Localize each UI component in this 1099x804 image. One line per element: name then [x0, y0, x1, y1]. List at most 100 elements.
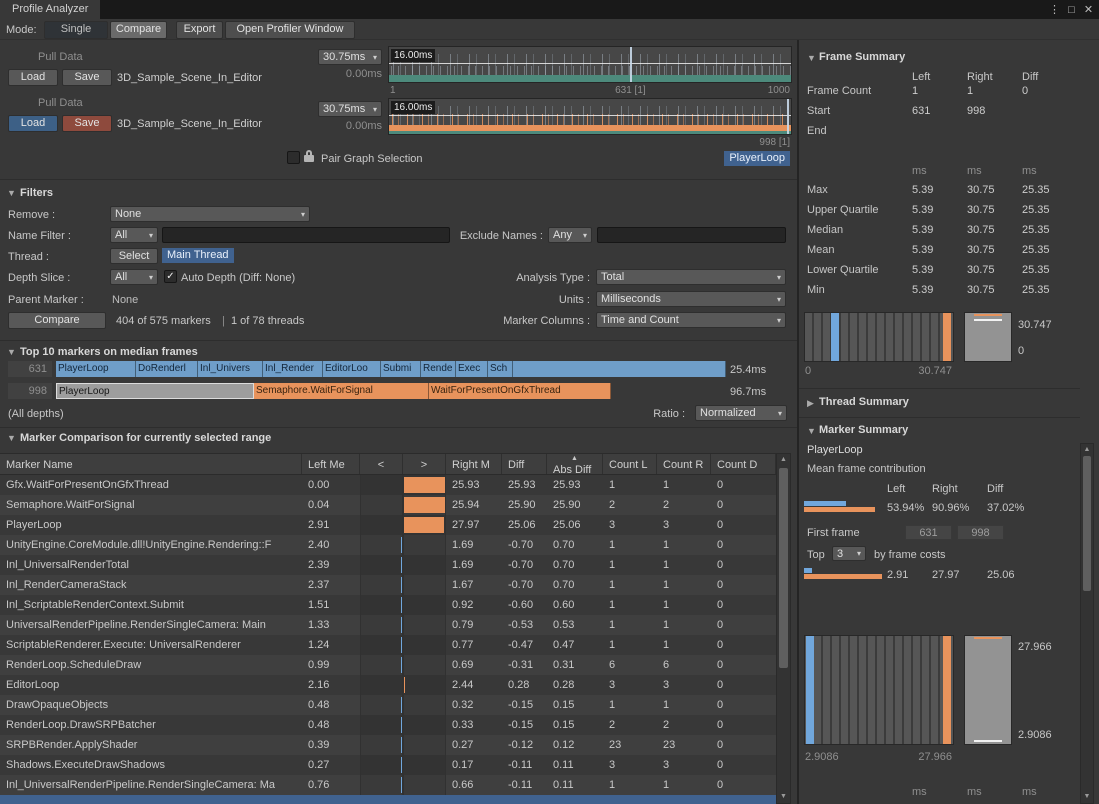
mode-compare-button[interactable]: Compare: [110, 21, 167, 39]
table-row[interactable]: Inl_RenderCameraStack2.371.67-0.700.7011…: [0, 575, 776, 595]
save-button-top[interactable]: Save: [62, 69, 112, 86]
table-row[interactable]: Semaphore.WaitForSignal0.0425.9425.9025.…: [0, 495, 776, 515]
table-row[interactable]: RenderLoop.ScheduleDraw0.990.69-0.310.31…: [0, 655, 776, 675]
column-header[interactable]: Count L: [603, 454, 657, 474]
top10-segment[interactable]: [513, 361, 726, 377]
top10-segment[interactable]: Rende: [421, 361, 456, 377]
scrollbar-thumb[interactable]: [1083, 456, 1091, 591]
value-cell: 3: [657, 755, 711, 775]
export-button[interactable]: Export: [176, 21, 223, 39]
top10-segment[interactable]: Exec: [456, 361, 488, 377]
top10-frame-label-right[interactable]: 998: [8, 383, 52, 399]
scroll-up-icon[interactable]: ▲: [1081, 445, 1093, 455]
top10-total-right: 96.7ms: [730, 385, 766, 399]
top10-segment[interactable]: WaitForPresentOnGfxThread: [429, 383, 611, 399]
analysis-type-dropdown[interactable]: Total ▾: [596, 269, 786, 285]
table-row[interactable]: Inl_ScriptableRenderContext.Submit1.510.…: [0, 595, 776, 615]
top10-segment[interactable]: PlayerLoop: [56, 383, 254, 399]
maximize-icon[interactable]: □: [1063, 4, 1080, 16]
value-cell: 3: [603, 755, 657, 775]
foldout-closed-icon[interactable]: ▶: [807, 398, 814, 409]
name-filter-input[interactable]: [162, 227, 450, 243]
exclude-mode-dropdown[interactable]: Any ▾: [548, 227, 592, 243]
marker-summary-marker-name: PlayerLoop: [807, 443, 863, 457]
table-row-partial-selected[interactable]: [0, 795, 776, 804]
top10-segment[interactable]: EditorLoo: [323, 361, 381, 377]
column-header[interactable]: Abs Diff▲: [547, 454, 603, 474]
column-header[interactable]: Count R: [657, 454, 711, 474]
load-button-top[interactable]: Load: [8, 69, 58, 86]
load-button-bottom[interactable]: Load: [8, 115, 58, 132]
first-frame-right-button[interactable]: 998: [957, 525, 1004, 540]
frame-time-graph-top[interactable]: 16.00ms: [388, 46, 792, 83]
marker-columns-dropdown[interactable]: Time and Count ▾: [596, 312, 786, 328]
column-header[interactable]: Diff: [502, 454, 547, 474]
table-row[interactable]: EditorLoop2.162.440.280.28330: [0, 675, 776, 695]
top10-segment[interactable]: Submi: [381, 361, 421, 377]
name-filter-mode-dropdown[interactable]: All ▾: [110, 227, 158, 243]
mode-single-button[interactable]: Single: [44, 21, 108, 39]
kebab-menu-icon[interactable]: ⋮: [1046, 3, 1063, 16]
frame-time-graph-bottom[interactable]: 16.00ms: [388, 98, 792, 135]
value-cell: 0.60: [547, 595, 603, 615]
depth-mode-dropdown[interactable]: All ▾: [110, 269, 158, 285]
table-row[interactable]: SRPBRender.ApplyShader0.390.27-0.120.122…: [0, 735, 776, 755]
top-n-dropdown[interactable]: 3 ▾: [832, 546, 866, 561]
table-row[interactable]: Gfx.WaitForPresentOnGfxThread0.0025.9325…: [0, 475, 776, 495]
window-tab[interactable]: Profile Analyzer: [0, 0, 100, 19]
close-icon[interactable]: ✕: [1080, 3, 1097, 16]
value-cell: 0.70: [547, 575, 603, 595]
table-row[interactable]: ScriptableRenderer.Execute: UniversalRen…: [0, 635, 776, 655]
column-header[interactable]: Count D: [711, 454, 776, 474]
exclude-names-input[interactable]: [597, 227, 786, 243]
histogram-bar-blue: [831, 313, 839, 361]
save-button-bottom[interactable]: Save: [62, 115, 112, 132]
first-frame-left-button[interactable]: 631: [905, 525, 952, 540]
top10-segment[interactable]: Semaphore.WaitForSignal: [254, 383, 429, 399]
foldout-open-icon[interactable]: ▼: [807, 53, 816, 63]
open-profiler-window-button[interactable]: Open Profiler Window: [225, 21, 355, 39]
column-header-right: Right: [932, 482, 958, 496]
scroll-up-icon[interactable]: ▲: [777, 455, 790, 465]
foldout-open-icon[interactable]: ▼: [807, 426, 816, 436]
top10-segment[interactable]: DoRenderl: [136, 361, 198, 377]
thread-select-button[interactable]: Select: [110, 248, 158, 264]
scroll-down-icon[interactable]: ▼: [1081, 792, 1093, 802]
column-header[interactable]: <: [360, 454, 403, 474]
comparison-scrollbar[interactable]: ▲ ▼: [776, 453, 791, 804]
units-dropdown[interactable]: Milliseconds ▾: [596, 291, 786, 307]
graph-scale-dropdown-top[interactable]: 30.75ms ▾: [318, 49, 382, 65]
scroll-down-icon[interactable]: ▼: [777, 792, 790, 802]
pair-graph-selection-checkbox[interactable]: [287, 151, 300, 164]
column-header[interactable]: Marker Name: [0, 454, 302, 474]
table-row[interactable]: Inl_UniversalRenderTotal2.391.69-0.700.7…: [0, 555, 776, 575]
contribution-bar-left: [804, 501, 846, 506]
foldout-open-icon[interactable]: ▼: [7, 188, 16, 198]
column-header[interactable]: Right M: [446, 454, 502, 474]
table-row[interactable]: UniversalRenderPipeline.RenderSingleCame…: [0, 615, 776, 635]
graph-scale-dropdown-bottom[interactable]: 30.75ms ▾: [318, 101, 382, 117]
foldout-open-icon[interactable]: ▼: [7, 433, 16, 443]
compare-button[interactable]: Compare: [8, 312, 106, 329]
top10-segment[interactable]: PlayerLoop: [56, 361, 136, 377]
remove-dropdown[interactable]: None ▾: [110, 206, 310, 222]
ratio-dropdown[interactable]: Normalized ▾: [695, 405, 787, 421]
table-row[interactable]: RenderLoop.DrawSRPBatcher0.480.33-0.150.…: [0, 715, 776, 735]
top10-segment[interactable]: Inl_Render: [263, 361, 323, 377]
table-row[interactable]: PlayerLoop2.9127.9725.0625.06330: [0, 515, 776, 535]
top10-frame-label-left[interactable]: 631: [8, 361, 52, 377]
summary-panel-scrollbar[interactable]: ▲ ▼: [1080, 443, 1094, 804]
table-row[interactable]: Shadows.ExecuteDrawShadows0.270.17-0.110…: [0, 755, 776, 775]
selected-marker-chip[interactable]: PlayerLoop: [724, 151, 790, 166]
auto-depth-checkbox[interactable]: ✓: [164, 270, 177, 283]
table-row[interactable]: UnityEngine.CoreModule.dll!UnityEngine.R…: [0, 535, 776, 555]
top10-segment[interactable]: Sch: [488, 361, 513, 377]
thread-chip[interactable]: Main Thread: [162, 248, 234, 263]
scrollbar-thumb[interactable]: [779, 468, 788, 668]
top10-segment[interactable]: Inl_Univers: [198, 361, 263, 377]
table-row[interactable]: DrawOpaqueObjects0.480.32-0.150.15110: [0, 695, 776, 715]
table-row[interactable]: Inl_UniversalRenderPipeline.RenderSingle…: [0, 775, 776, 795]
column-header[interactable]: Left Me: [302, 454, 360, 474]
foldout-open-icon[interactable]: ▼: [7, 347, 16, 357]
column-header[interactable]: >: [403, 454, 446, 474]
